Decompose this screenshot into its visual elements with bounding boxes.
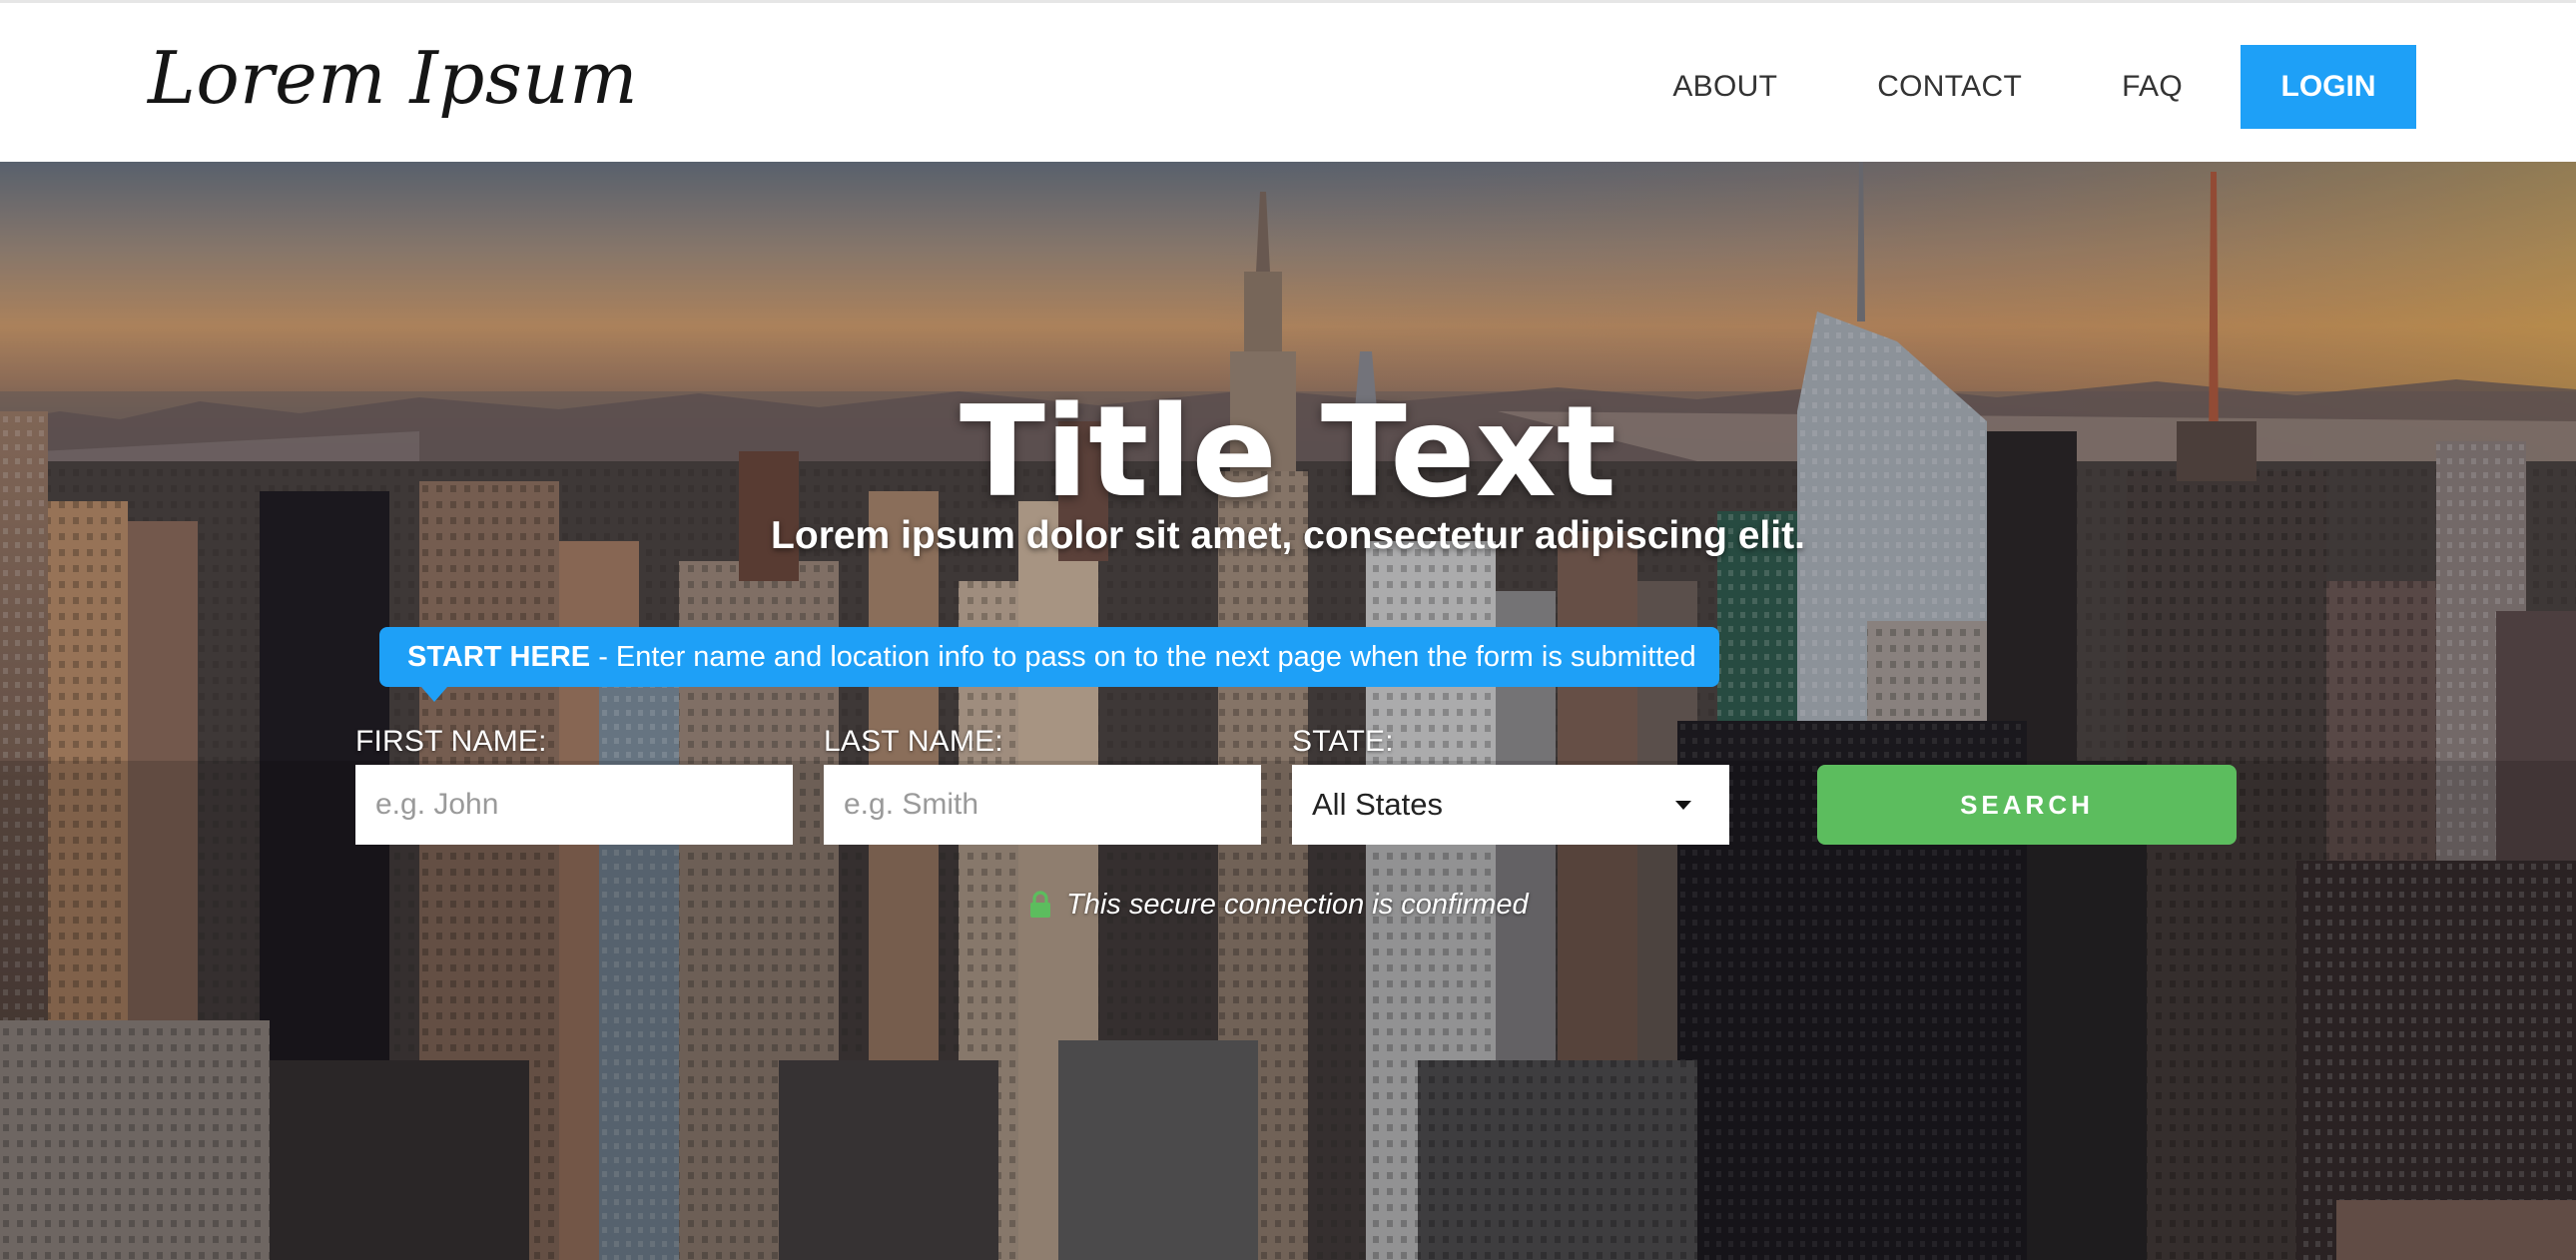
start-here-banner: START HERE - Enter name and location inf… (379, 627, 1719, 702)
start-here-text: - Enter name and location info to pass o… (590, 641, 1696, 673)
start-here-label: START HERE (407, 641, 591, 673)
secure-connection-text: This secure connection is confirmed (1066, 888, 1529, 921)
first-name-input[interactable] (355, 765, 793, 845)
hero-overlay (0, 162, 2576, 1260)
hero-subtitle: Lorem ipsum dolor sit amet, consectetur … (771, 514, 1805, 557)
login-button[interactable]: LOGIN (2241, 45, 2416, 129)
lock-icon (1030, 891, 1050, 918)
first-name-label: FIRST NAME: (355, 725, 547, 758)
last-name-label: LAST NAME: (824, 725, 1003, 758)
hero-title: Title Text (959, 378, 1617, 525)
last-name-input[interactable] (824, 765, 1261, 845)
state-label: STATE: (1292, 725, 1394, 758)
main-nav: ABOUT CONTACT FAQ LOGIN (1672, 45, 2416, 129)
search-button[interactable]: SEARCH (1817, 765, 2237, 845)
nav-contact[interactable]: CONTACT (1877, 70, 2022, 104)
nav-about[interactable]: ABOUT (1672, 70, 1777, 104)
secure-connection-note: This secure connection is confirmed (1028, 885, 1529, 925)
nav-faq[interactable]: FAQ (2122, 70, 2183, 104)
state-selected-value: All States (1312, 787, 1443, 822)
site-logo[interactable]: Lorem Ipsum (148, 33, 638, 123)
state-select[interactable]: All States (1292, 765, 1729, 845)
site-header: Lorem Ipsum ABOUT CONTACT FAQ LOGIN (0, 0, 2576, 162)
caret-down-icon (1675, 800, 1691, 810)
hero-section (0, 162, 2576, 1260)
